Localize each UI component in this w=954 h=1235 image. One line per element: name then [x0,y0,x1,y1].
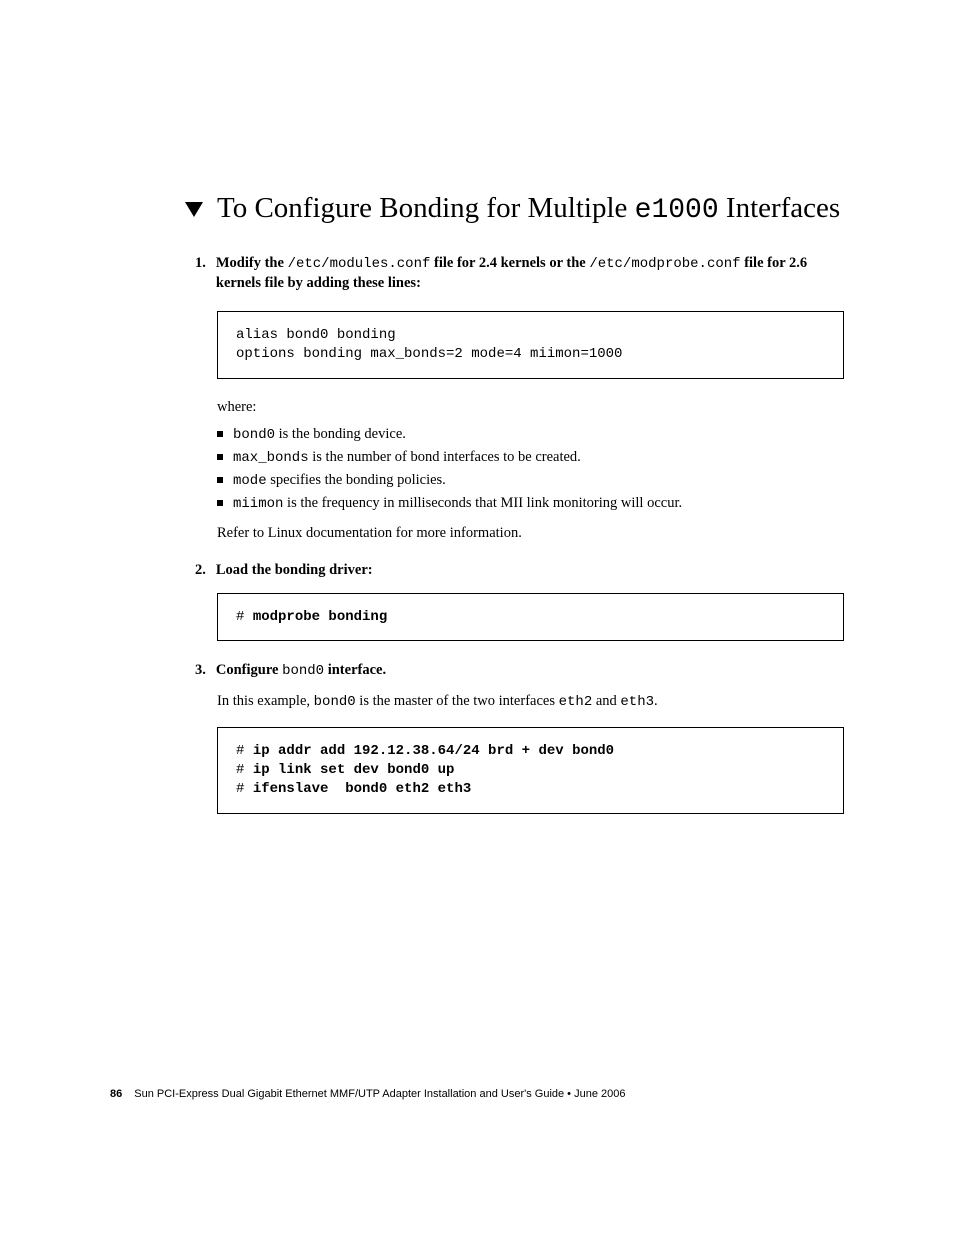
step-2-text: Load the bonding driver: [216,561,373,581]
step-1: 1. Modify the /etc/modules.conf file for… [195,254,844,293]
code-block-2: # modprobe bonding [217,593,844,642]
square-bullet-icon [217,500,223,506]
refer-text: Refer to Linux documentation for more in… [217,523,844,543]
step-3-code: bond0 [282,663,324,679]
bullet-code: mode [233,473,267,489]
prompt: # [236,781,253,797]
section-heading-row: To Configure Bonding for Multiple e1000 … [185,190,844,228]
ex-t4: . [654,693,658,709]
step-3-number: 3. [195,661,206,681]
command: ip link set dev bond0 up [253,762,455,778]
page-footer: 86 Sun PCI-Express Dual Gigabit Ethernet … [110,1088,625,1100]
page-content: To Configure Bonding for Multiple e1000 … [0,0,954,814]
step-2: 2. Load the bonding driver: [195,561,844,581]
step-3: 3. Configure bond0 interface. [195,661,844,681]
where-label: where: [217,397,844,417]
step-1-t2: file for 2.4 kernels or the [430,255,589,271]
step-3-text: Configure bond0 interface. [216,661,386,681]
ex-t2: is the master of the two interfaces [356,693,559,709]
square-bullet-icon [217,477,223,483]
list-item: bond0 is the bonding device. [217,424,844,445]
bullet-text: is the number of bond interfaces to be c… [309,449,581,465]
bullet-code: max_bonds [233,450,309,466]
list-item: max_bonds is the number of bond interfac… [217,447,844,468]
bullet-code: miimon [233,496,283,512]
heading-prefix: To Configure Bonding for Multiple [217,192,635,224]
example-text: In this example, bond0 is the master of … [217,691,844,713]
ex-c1: bond0 [314,694,356,710]
step-1-t1: Modify the [216,255,288,271]
ex-t1: In this example, [217,693,314,709]
heading-suffix: Interfaces [719,192,841,224]
bullet-text: is the bonding device. [275,426,406,442]
command: modprobe bonding [253,609,387,625]
step-1-number: 1. [195,254,206,293]
step-3-t2: interface. [324,662,386,678]
page-number: 86 [110,1088,122,1100]
ex-c2: eth2 [559,694,593,710]
code-block-1: alias bond0 bonding options bonding max_… [217,311,844,379]
footer-title: Sun PCI-Express Dual Gigabit Ethernet MM… [134,1088,625,1100]
command: ip addr add 192.12.38.64/24 brd + dev bo… [253,743,614,759]
bullet-text: is the frequency in milliseconds that MI… [283,495,682,511]
prompt: # [236,762,253,778]
step-1-file2: /etc/modprobe.conf [589,256,740,272]
step-2-label: Load the bonding driver: [216,562,373,578]
bullet-code: bond0 [233,427,275,443]
bullet-text: specifies the bonding policies. [267,472,446,488]
bullet-list: bond0 is the bonding device. max_bonds i… [217,424,844,515]
step-1-file1: /etc/modules.conf [288,256,431,272]
step-3-t1: Configure [216,662,282,678]
step-1-text: Modify the /etc/modules.conf file for 2.… [216,254,844,293]
square-bullet-icon [217,431,223,437]
ex-c3: eth3 [620,694,654,710]
triangle-down-icon [185,202,203,217]
prompt: # [236,609,253,625]
ex-t3: and [592,693,620,709]
code-block-3: # ip addr add 192.12.38.64/24 brd + dev … [217,727,844,814]
list-item: miimon is the frequency in milliseconds … [217,493,844,514]
step-2-number: 2. [195,561,206,581]
list-item: mode specifies the bonding policies. [217,470,844,491]
command: ifenslave bond0 eth2 eth3 [253,781,471,797]
square-bullet-icon [217,454,223,460]
prompt: # [236,743,253,759]
section-heading: To Configure Bonding for Multiple e1000 … [217,190,840,228]
heading-mono: e1000 [635,195,719,226]
